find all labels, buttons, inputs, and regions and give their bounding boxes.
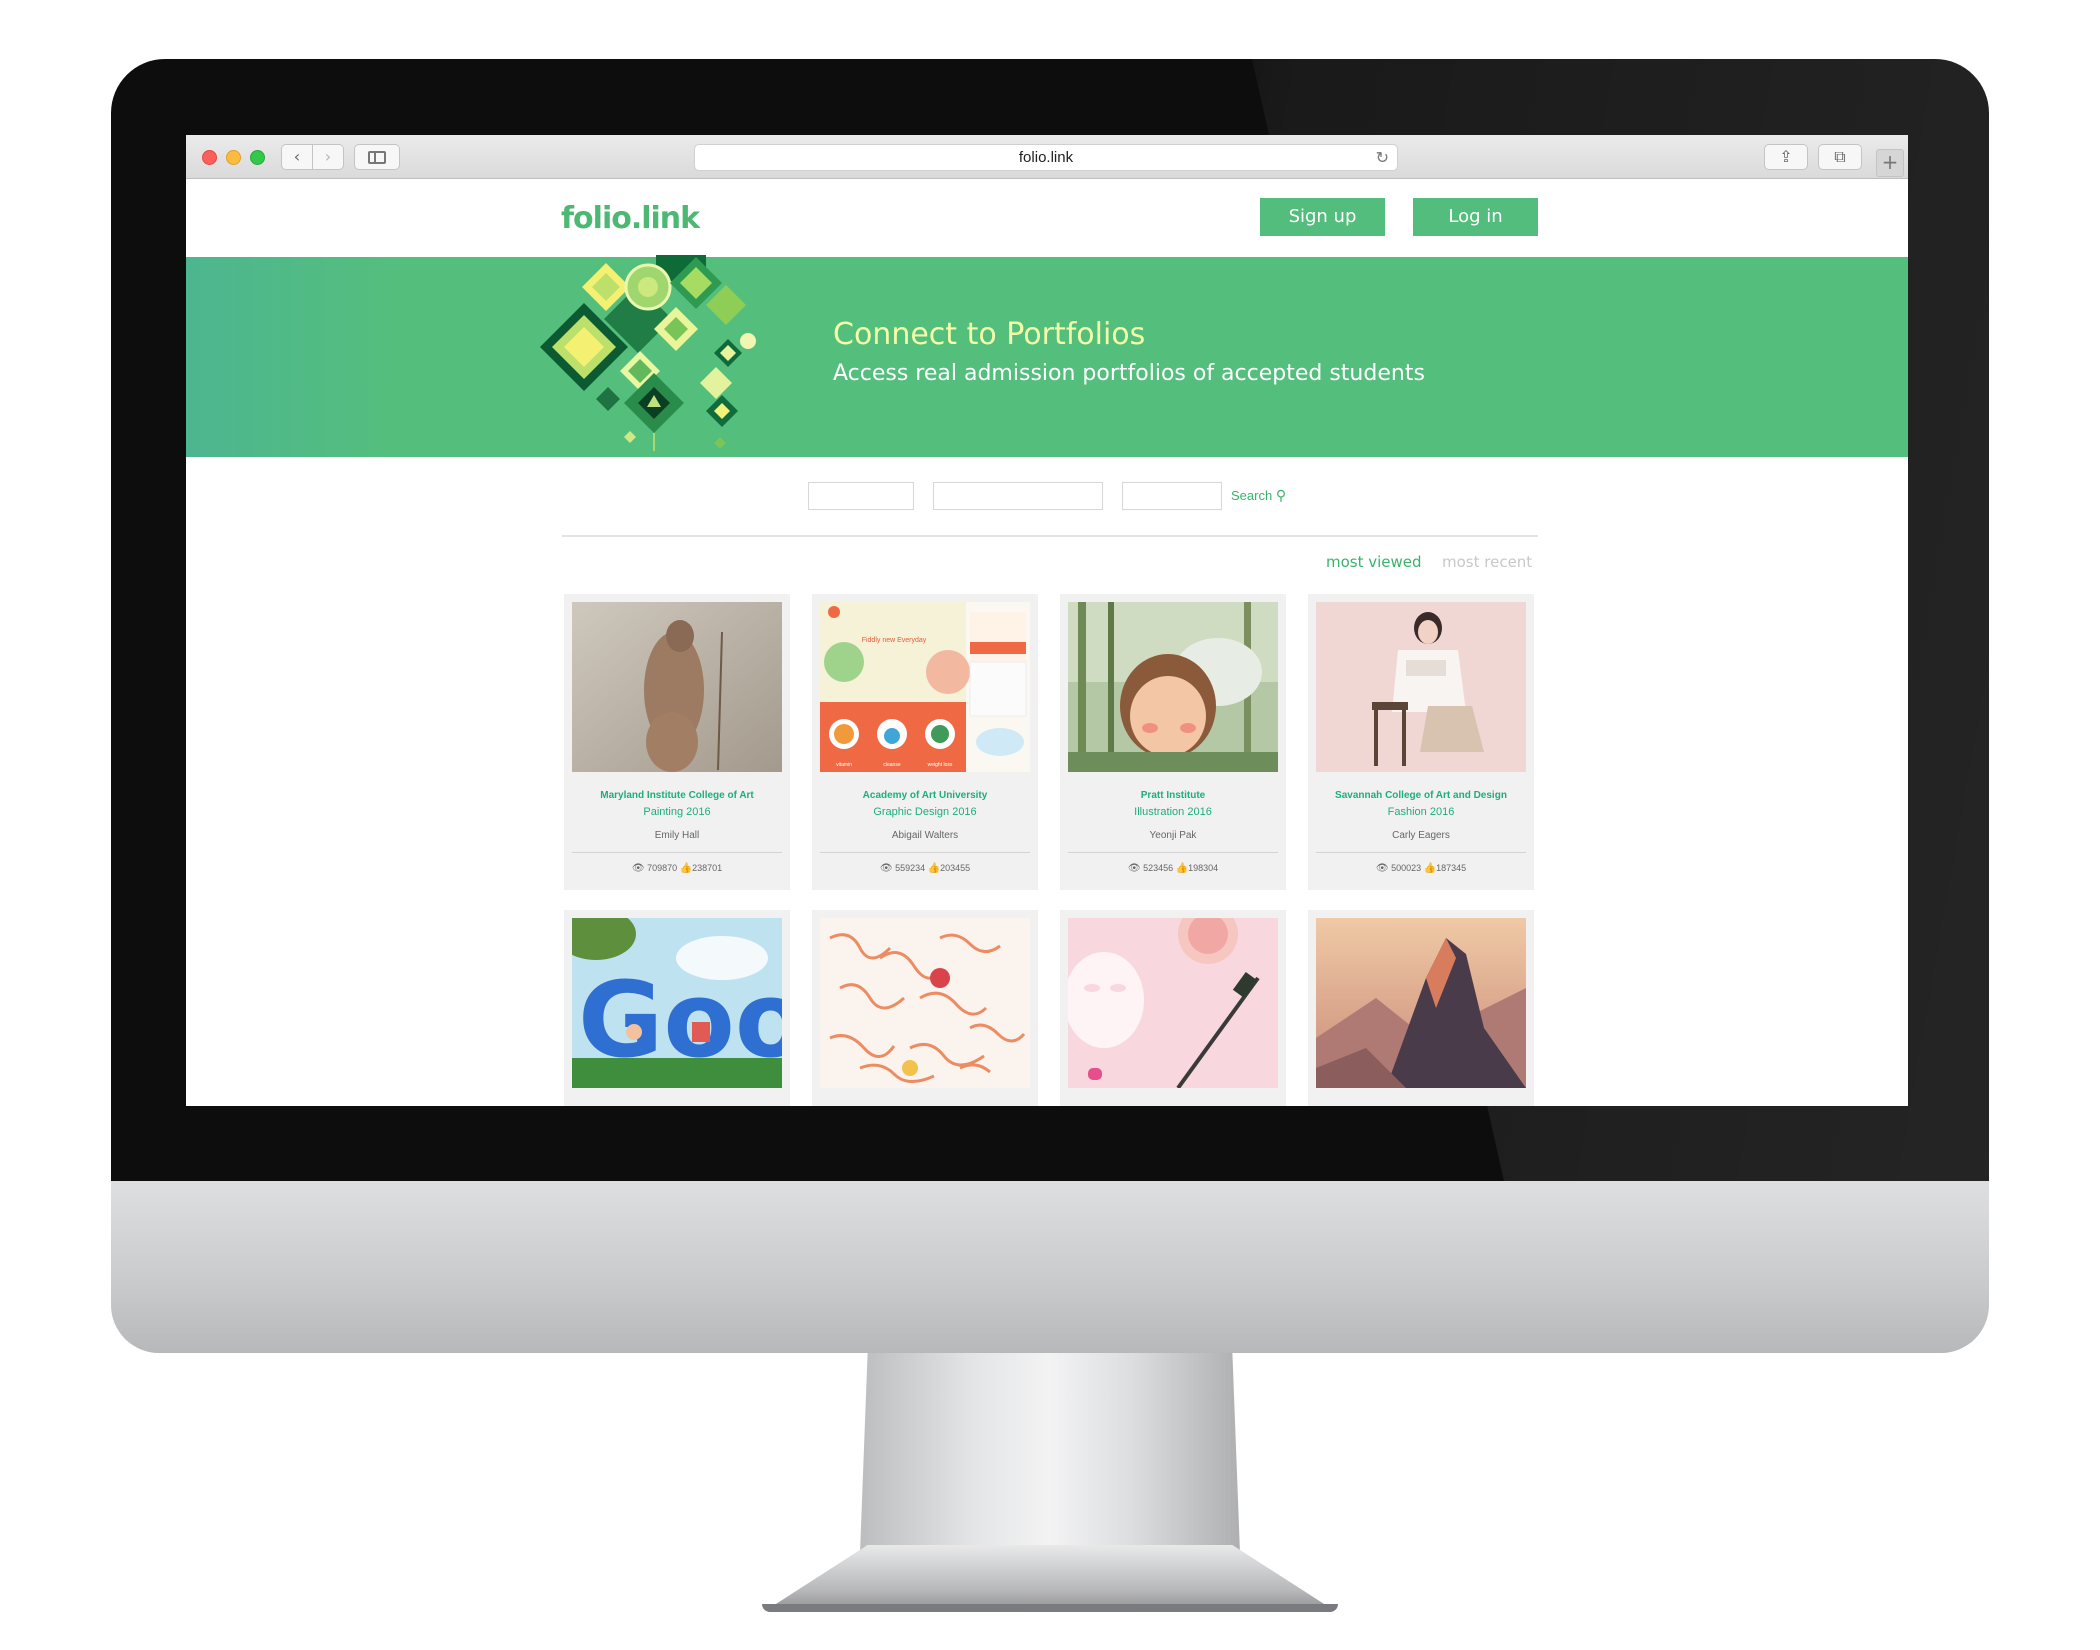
search-icon: ⚲ bbox=[1275, 488, 1287, 504]
card-program: Painting 2016 bbox=[643, 806, 711, 818]
search-button[interactable]: Search ⚲ bbox=[1231, 487, 1286, 505]
card-student: Yeonji Pak bbox=[1149, 830, 1197, 841]
view-count: 523456 bbox=[1143, 863, 1174, 873]
portfolio-card[interactable] bbox=[812, 910, 1038, 1106]
share-button[interactable]: ⇪ bbox=[1764, 144, 1808, 170]
portfolio-card[interactable]: Goo bbox=[564, 910, 790, 1106]
card-student: Emily Hall bbox=[654, 830, 700, 841]
hero-title: Connect to Portfolios bbox=[833, 317, 1146, 352]
card-school[interactable]: Maryland Institute College of Art bbox=[568, 790, 786, 801]
search-field-major[interactable] bbox=[933, 482, 1103, 510]
site-header: folio.link Sign up Log in bbox=[186, 179, 1908, 257]
chevron-left-icon: ‹ bbox=[293, 147, 301, 166]
portfolio-thumbnail[interactable] bbox=[1316, 918, 1526, 1088]
card-program: Fashion 2016 bbox=[1387, 806, 1455, 818]
view-count: 709870 bbox=[647, 863, 678, 873]
like-count: 187345 bbox=[1436, 863, 1467, 873]
eye-icon: 👁 bbox=[879, 863, 893, 874]
close-window-button[interactable] bbox=[202, 150, 217, 165]
monitor-stand bbox=[860, 1353, 1240, 1553]
thumbs-up-icon: 👍 bbox=[927, 863, 941, 874]
desktop-stage: ‹ › folio.link ↻ ⇪ ⧉ + folio.link Sign u… bbox=[0, 0, 2100, 1650]
card-student: Carly Eagers bbox=[1392, 830, 1450, 841]
like-count: 198304 bbox=[1188, 863, 1219, 873]
card-school[interactable]: Savannah College of Art and Design bbox=[1312, 790, 1530, 801]
tabs-icon: ⧉ bbox=[1834, 147, 1846, 166]
card-stats: 👁 709870 👍238701 bbox=[568, 862, 786, 875]
portfolio-card[interactable]: Pratt Institute Illustration 2016 Yeonji… bbox=[1060, 594, 1286, 890]
forward-button[interactable]: › bbox=[312, 144, 344, 170]
portfolio-thumbnail[interactable] bbox=[1316, 602, 1526, 772]
screen: ‹ › folio.link ↻ ⇪ ⧉ + folio.link Sign u… bbox=[186, 135, 1908, 1106]
plus-icon: + bbox=[1881, 150, 1899, 174]
geometric-pattern-illustration bbox=[540, 255, 756, 451]
search-label: Search bbox=[1231, 488, 1273, 503]
share-icon: ⇪ bbox=[1779, 147, 1793, 166]
divider bbox=[562, 535, 1538, 537]
card-divider bbox=[820, 852, 1030, 853]
card-school[interactable]: Academy of Art University bbox=[816, 790, 1034, 801]
monitor-foot bbox=[765, 1545, 1335, 1611]
card-divider bbox=[1316, 852, 1526, 853]
sort-most-viewed[interactable]: most viewed bbox=[1326, 553, 1422, 571]
portfolio-card[interactable] bbox=[1060, 910, 1286, 1106]
card-program: Graphic Design 2016 bbox=[873, 806, 977, 818]
show-tabs-button[interactable]: ⧉ bbox=[1818, 144, 1862, 170]
zoom-window-button[interactable] bbox=[250, 150, 265, 165]
thumb-label: weight loss bbox=[928, 762, 953, 768]
portfolio-card[interactable] bbox=[1308, 910, 1534, 1106]
thumb-label: vitamin bbox=[836, 762, 852, 768]
view-count: 559234 bbox=[895, 863, 926, 873]
portfolio-thumbnail[interactable] bbox=[820, 918, 1030, 1088]
card-stats: 👁 500023 👍187345 bbox=[1312, 862, 1530, 875]
thumbs-up-icon: 👍 bbox=[1423, 863, 1437, 874]
browser-toolbar: ‹ › folio.link ↻ ⇪ ⧉ + bbox=[186, 135, 1908, 179]
card-program: Illustration 2016 bbox=[1134, 806, 1212, 818]
eye-icon: 👁 bbox=[1127, 863, 1141, 874]
new-tab-button[interactable]: + bbox=[1876, 149, 1904, 177]
thumbs-up-icon: 👍 bbox=[1175, 863, 1189, 874]
portfolio-card[interactable]: Fiddly new Everyday vitamin cleanse weig… bbox=[812, 594, 1038, 890]
portfolio-card[interactable]: Savannah College of Art and Design Fashi… bbox=[1308, 594, 1534, 890]
signup-button[interactable]: Sign up bbox=[1260, 198, 1385, 236]
monitor-chin bbox=[111, 1181, 1989, 1353]
reload-icon[interactable]: ↻ bbox=[1376, 145, 1389, 170]
card-school[interactable]: Pratt Institute bbox=[1064, 790, 1282, 801]
minimize-window-button[interactable] bbox=[226, 150, 241, 165]
portfolio-thumbnail[interactable] bbox=[1068, 918, 1278, 1088]
eye-icon: 👁 bbox=[1375, 863, 1389, 874]
like-count: 203455 bbox=[940, 863, 971, 873]
card-stats: 👁 523456 👍198304 bbox=[1064, 862, 1282, 875]
thumb-tagline: Fiddly new Everyday bbox=[862, 637, 927, 644]
portfolio-thumbnail[interactable]: Fiddly new Everyday vitamin cleanse weig… bbox=[820, 602, 1030, 772]
chevron-right-icon: › bbox=[324, 147, 332, 166]
back-button[interactable]: ‹ bbox=[281, 144, 313, 170]
thumbs-up-icon: 👍 bbox=[679, 863, 693, 874]
sidebar-icon bbox=[368, 151, 386, 164]
card-student: Abigail Walters bbox=[891, 830, 959, 841]
search-field-year[interactable] bbox=[1122, 482, 1222, 510]
portfolio-thumbnail[interactable]: Goo bbox=[572, 918, 782, 1088]
portfolio-thumbnail[interactable] bbox=[572, 602, 782, 772]
like-count: 238701 bbox=[692, 863, 723, 873]
address-bar[interactable]: folio.link ↻ bbox=[694, 144, 1398, 171]
portfolio-thumbnail[interactable] bbox=[1068, 602, 1278, 772]
login-button[interactable]: Log in bbox=[1413, 198, 1538, 236]
card-stats: 👁 559234 👍203455 bbox=[816, 862, 1034, 875]
sidebar-toggle-button[interactable] bbox=[354, 144, 400, 170]
sort-most-recent[interactable]: most recent bbox=[1442, 553, 1532, 571]
url-text: folio.link bbox=[1018, 149, 1074, 166]
hero-banner: Connect to Portfolios Access real admiss… bbox=[186, 255, 1908, 457]
view-count: 500023 bbox=[1391, 863, 1422, 873]
card-divider bbox=[572, 852, 782, 853]
portfolio-card[interactable]: Maryland Institute College of Art Painti… bbox=[564, 594, 790, 890]
site-logo[interactable]: folio.link bbox=[561, 195, 700, 243]
monitor-foot-edge bbox=[762, 1604, 1338, 1612]
eye-icon: 👁 bbox=[631, 863, 645, 874]
card-divider bbox=[1068, 852, 1278, 853]
hero-subtitle: Access real admission portfolios of acce… bbox=[833, 361, 1425, 386]
search-field-school[interactable] bbox=[808, 482, 914, 510]
thumb-label: cleanse bbox=[883, 762, 900, 768]
